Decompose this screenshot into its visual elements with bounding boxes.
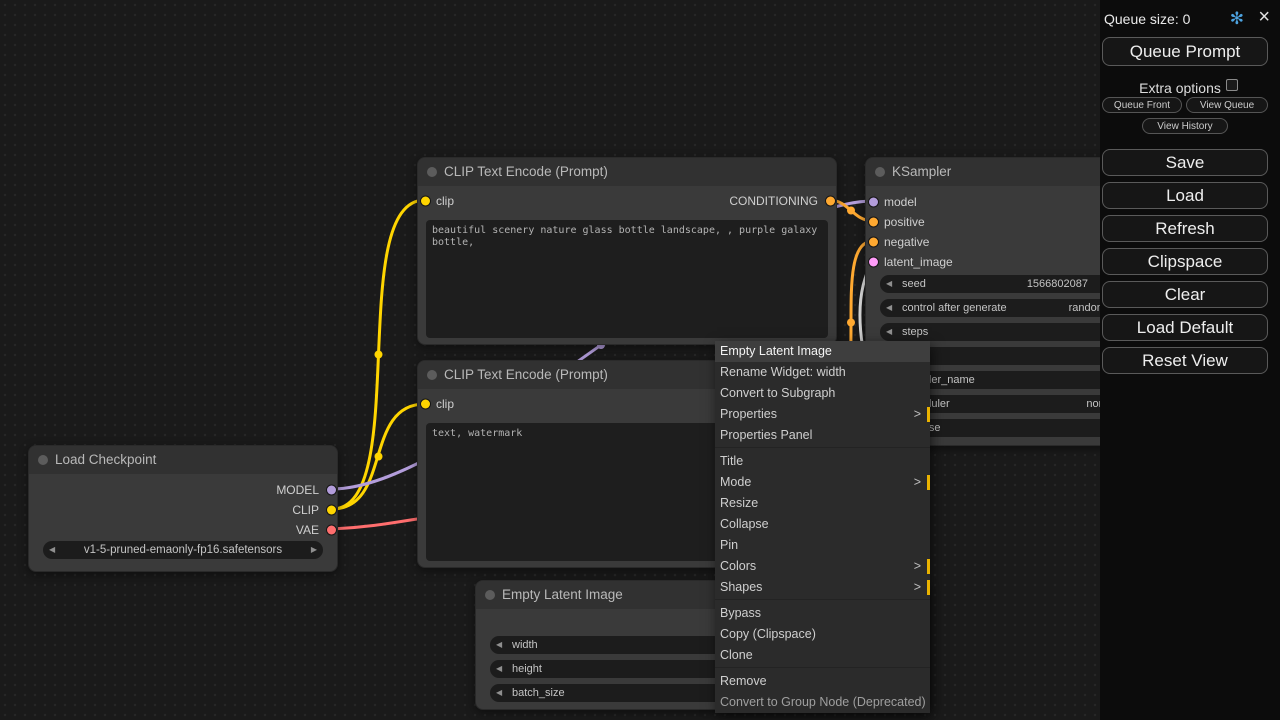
submenu-accent-bar [927, 580, 930, 595]
submenu-arrow-icon: > [914, 577, 921, 598]
node-title: Load Checkpoint [55, 446, 156, 474]
queue-front-button[interactable]: Queue Front [1102, 97, 1182, 113]
seed-value: 1566802087 [1027, 275, 1088, 293]
decrement-arrow-icon[interactable]: ◀ [496, 636, 502, 654]
model-output-label: MODEL [276, 481, 319, 499]
save-button[interactable]: Save [1102, 149, 1268, 176]
submenu-accent-bar [927, 407, 930, 422]
menu-item-title[interactable]: Title [715, 451, 930, 472]
submenu-arrow-icon: > [914, 404, 921, 425]
menu-item-collapse[interactable]: Collapse [715, 514, 930, 535]
queue-size-label: Queue size: 0 [1104, 11, 1190, 27]
node-title: CLIP Text Encode (Prompt) [444, 158, 608, 186]
clip-input-slot[interactable] [421, 400, 430, 409]
collapse-dot[interactable] [427, 370, 437, 380]
menu-item-rename-widget[interactable]: Rename Widget: width [715, 362, 930, 383]
collapse-dot[interactable] [38, 455, 48, 465]
link-dot [375, 453, 383, 461]
conditioning-output-slot[interactable] [826, 197, 835, 206]
menu-item-properties-panel[interactable]: Properties Panel [715, 425, 930, 446]
latent-image-input-slot[interactable] [869, 258, 878, 267]
load-default-button[interactable]: Load Default [1102, 314, 1268, 341]
settings-gear-icon[interactable]: ✻ [1230, 9, 1244, 29]
collapse-dot[interactable] [875, 167, 885, 177]
vae-output-slot[interactable] [327, 526, 336, 535]
menu-item-resize[interactable]: Resize [715, 493, 930, 514]
menu-item-properties[interactable]: Properties> [715, 404, 930, 425]
clip-input-label: clip [436, 395, 454, 413]
positive-input-label: positive [884, 213, 925, 231]
reset-view-button[interactable]: Reset View [1102, 347, 1268, 374]
positive-input-slot[interactable] [869, 218, 878, 227]
extra-options-label: Extra options [1139, 80, 1221, 96]
vae-output-label: VAE [296, 521, 319, 539]
node-load-checkpoint[interactable]: Load Checkpoint MODEL CLIP VAE ◀ v1-5-pr… [28, 445, 338, 572]
decrement-arrow-icon[interactable]: ◀ [886, 299, 892, 317]
view-queue-button[interactable]: View Queue [1186, 97, 1268, 113]
model-output-slot[interactable] [327, 486, 336, 495]
menu-item-bypass[interactable]: Bypass [715, 603, 930, 624]
node-graph-canvas[interactable]: CLIP Text Encode (Prompt) clip CONDITION… [0, 0, 1280, 720]
node-title: Empty Latent Image [502, 581, 623, 609]
context-menu-title[interactable]: Empty Latent Image [715, 341, 930, 362]
ckpt-name-value: v1-5-pruned-emaonly-fp16.safetensors [63, 541, 303, 559]
submenu-accent-bar [927, 475, 930, 490]
conditioning-output-label: CONDITIONING [729, 192, 818, 210]
menu-item-remove[interactable]: Remove [715, 671, 930, 692]
extra-options-checkbox[interactable] [1226, 79, 1238, 91]
menu-item-convert-to-subgraph[interactable]: Convert to Subgraph [715, 383, 930, 404]
clip-input-slot[interactable] [421, 197, 430, 206]
decrement-arrow-icon[interactable]: ◀ [496, 684, 502, 702]
submenu-accent-bar [927, 559, 930, 574]
menu-item-mode[interactable]: Mode> [715, 472, 930, 493]
prev-checkpoint-arrow-icon[interactable]: ◀ [49, 541, 55, 559]
menu-item-convert-to-group-node[interactable]: Convert to Group Node (Deprecated) [715, 692, 930, 713]
close-icon[interactable]: × [1258, 6, 1270, 29]
negative-input-label: negative [884, 233, 929, 251]
submenu-arrow-icon: > [914, 556, 921, 577]
view-history-button[interactable]: View History [1142, 118, 1228, 134]
menu-item-copy-clipspace[interactable]: Copy (Clipspace) [715, 624, 930, 645]
decrement-arrow-icon[interactable]: ◀ [886, 275, 892, 293]
clip-input-label: clip [436, 192, 454, 210]
clip-output-slot[interactable] [327, 506, 336, 515]
menu-item-colors[interactable]: Colors> [715, 556, 930, 577]
menu-item-pin[interactable]: Pin [715, 535, 930, 556]
model-input-label: model [884, 193, 917, 211]
latent-image-input-label: latent_image [884, 253, 953, 271]
node-title: CLIP Text Encode (Prompt) [444, 361, 608, 389]
link-dot [375, 351, 383, 359]
decrement-arrow-icon[interactable]: ◀ [886, 323, 892, 341]
positive-prompt-textarea[interactable]: beautiful scenery nature glass bottle la… [426, 220, 828, 338]
clear-button[interactable]: Clear [1102, 281, 1268, 308]
collapse-dot[interactable] [427, 167, 437, 177]
node-clip-text-encode-positive[interactable]: CLIP Text Encode (Prompt) clip CONDITION… [417, 157, 837, 345]
submenu-arrow-icon: > [914, 472, 921, 493]
model-input-slot[interactable] [869, 198, 878, 207]
link-dot [847, 207, 855, 215]
clipspace-button[interactable]: Clipspace [1102, 248, 1268, 275]
refresh-button[interactable]: Refresh [1102, 215, 1268, 242]
collapse-dot[interactable] [485, 590, 495, 600]
node-title: KSampler [892, 158, 951, 186]
ckpt-name-widget[interactable]: ◀ v1-5-pruned-emaonly-fp16.safetensors ▶ [43, 541, 323, 559]
queue-prompt-button[interactable]: Queue Prompt [1102, 37, 1268, 66]
comfyui-menu-panel: Queue size: 0 ✻ × Queue Prompt Extra opt… [1100, 0, 1280, 720]
next-checkpoint-arrow-icon[interactable]: ▶ [311, 541, 317, 559]
load-button[interactable]: Load [1102, 182, 1268, 209]
menu-item-clone[interactable]: Clone [715, 645, 930, 666]
node-context-menu: Empty Latent Image Rename Widget: width … [715, 341, 930, 713]
clip-output-label: CLIP [292, 501, 319, 519]
menu-item-shapes[interactable]: Shapes> [715, 577, 930, 598]
decrement-arrow-icon[interactable]: ◀ [496, 660, 502, 678]
link-dot [847, 319, 855, 327]
negative-input-slot[interactable] [869, 238, 878, 247]
